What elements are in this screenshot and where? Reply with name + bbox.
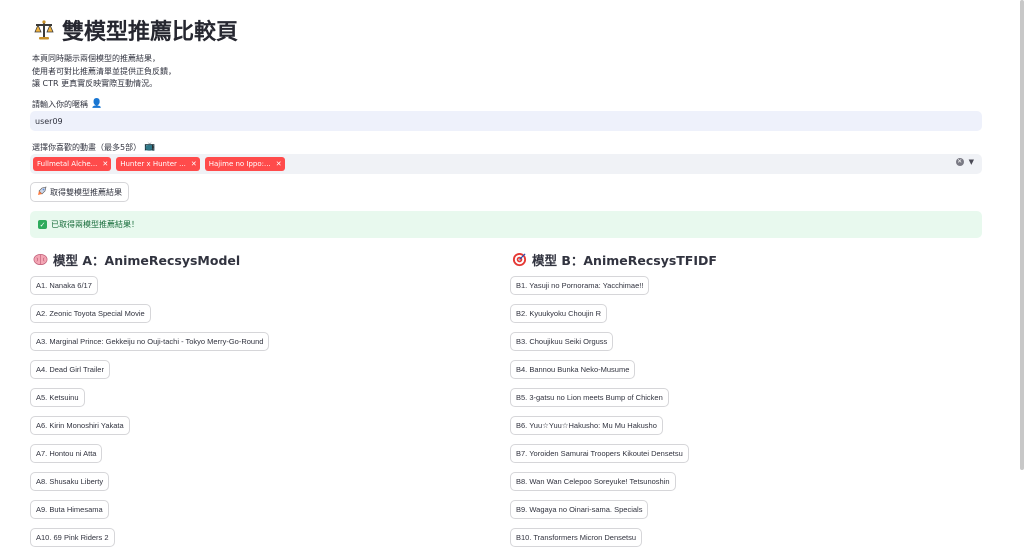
model-b-heading: 模型 B：AnimeRecsysTFIDF (511, 250, 717, 268)
target-icon (511, 251, 527, 267)
model-a-item[interactable]: A7. Hontou ni Atta (30, 444, 103, 463)
get-recommendations-button[interactable]: 取得雙模型推薦結果 (30, 182, 129, 202)
description-line: 讓 CTR 更真實反映實際互動情況。 (32, 79, 158, 88)
username-input[interactable]: user09 (30, 111, 982, 131)
page-scrollbar[interactable] (1020, 0, 1024, 470)
model-b-item[interactable]: B2. Kyuukyoku Choujin R (510, 304, 608, 323)
model-a-item[interactable]: A6. Kirin Monoshiri Yakata (30, 416, 130, 435)
username-value: user09 (35, 116, 63, 126)
model-b-item[interactable]: B9. Wagaya no Oinari-sama. Specials (510, 500, 649, 519)
success-alert: ✓ 已取得兩模型推薦結果！ (30, 211, 982, 238)
selected-anime-chip[interactable]: Hajime no Ippo:... ✕ (204, 157, 285, 171)
model-b-item[interactable]: B8. Wan Wan Celepoo Soreyuke! Tetsunoshi… (510, 472, 676, 491)
model-a-item[interactable]: A10. 69 Pink Riders 2 (30, 528, 115, 547)
model-a-heading: 模型 A：AnimeRecsysModel (32, 250, 240, 268)
anime-multiselect[interactable]: Fullmetal Alche... ✕ Hunter x Hunter ...… (30, 154, 982, 174)
clear-all-icon[interactable]: ✕ (955, 158, 964, 166)
model-a-item[interactable]: A1. Nanaka 6/17 (30, 276, 98, 295)
description-line: 本頁同時顯示兩個模型的推薦結果， (32, 54, 160, 63)
model-a-item[interactable]: A2. Zeonic Toyota Special Movie (30, 304, 151, 323)
model-b-item[interactable]: B1. Yasuji no Pornorama: Yacchimae!! (510, 276, 650, 295)
balance-scale-icon (32, 18, 56, 42)
selected-anime-chip[interactable]: Fullmetal Alche... ✕ (33, 157, 112, 171)
model-b-item[interactable]: B10. Transformers Micron Densetsu (510, 528, 643, 547)
page-title-text: 雙模型推薦比較頁 (62, 20, 239, 45)
model-b-item[interactable]: B7. Yoroiden Samurai Troopers Kikoutei D… (510, 444, 689, 463)
model-a-item[interactable]: A4. Dead Girl Trailer (30, 360, 110, 379)
model-a-item[interactable]: A9. Buta Himesama (30, 500, 109, 519)
tv-icon: 📺 (144, 142, 156, 152)
model-a-item[interactable]: A8. Shusaku Liberty (30, 472, 110, 491)
chevron-down-icon[interactable]: ▼ (969, 158, 974, 166)
username-label: 請輸入你的暱稱 👤 (32, 99, 103, 110)
model-b-item[interactable]: B3. Choujikuu Seiki Orguss (510, 332, 614, 351)
user-silhouette-icon: 👤 (91, 99, 103, 109)
model-b-item[interactable]: B5. 3-gatsu no Lion meets Bump of Chicke… (510, 388, 669, 407)
description: 本頁同時顯示兩個模型的推薦結果， 使用者可對比推薦清單並提供正負反饋， 讓 CT… (32, 53, 176, 91)
remove-chip-icon[interactable]: ✕ (102, 160, 108, 168)
description-line: 使用者可對比推薦清單並提供正負反饋， (32, 66, 176, 76)
selected-anime-chip[interactable]: Hunter x Hunter ... ✕ (116, 157, 200, 171)
brain-icon (32, 251, 48, 267)
remove-chip-icon[interactable]: ✕ (276, 160, 282, 168)
rocket-icon (37, 186, 47, 198)
anime-select-label: 選擇你喜歡的動畫（最多5部） 📺 (32, 142, 156, 153)
model-a-item[interactable]: A5. Ketsuinu (30, 388, 85, 407)
model-b-item[interactable]: B4. Bannou Bunka Neko-Musume (510, 360, 636, 379)
check-mark-icon: ✓ (38, 220, 47, 229)
page-title: 雙模型推薦比較頁 (32, 14, 238, 46)
remove-chip-icon[interactable]: ✕ (191, 160, 197, 168)
model-a-item[interactable]: A3. Marginal Prince: Gekkeiju no Ouji-ta… (30, 332, 270, 351)
model-b-item[interactable]: B6. Yuu☆Yuu☆Hakusho: Mu Mu Hakusho (510, 416, 663, 435)
